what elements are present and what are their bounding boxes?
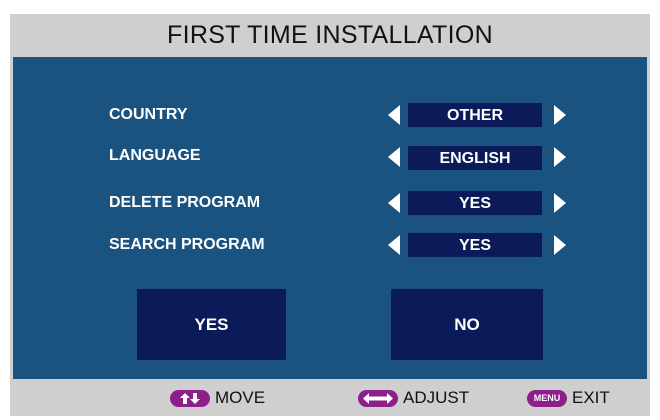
setting-value-language[interactable]: ENGLISH: [408, 146, 542, 170]
left-arrow-icon[interactable]: [387, 147, 400, 167]
setting-label-delete-program: DELETE PROGRAM: [109, 194, 261, 211]
settings-panel: COUNTRY OTHER LANGUAGE ENGLISH DELETE PR…: [13, 57, 647, 379]
left-arrow-icon[interactable]: [387, 193, 400, 213]
setting-value-country[interactable]: OTHER: [408, 103, 542, 127]
no-button[interactable]: NO: [391, 289, 543, 360]
left-arrow-icon[interactable]: [387, 235, 400, 255]
up-down-arrows-icon: [170, 389, 210, 407]
osd-window: FIRST TIME INSTALLATION COUNTRY OTHER LA…: [10, 14, 650, 416]
hint-adjust-label: ADJUST: [403, 388, 470, 407]
menu-key-badge: MENU: [527, 389, 567, 407]
hint-adjust: ADJUST: [358, 387, 469, 409]
left-arrow-icon[interactable]: [387, 105, 400, 125]
hint-exit: MENU EXIT: [527, 387, 610, 409]
right-arrow-icon[interactable]: [554, 193, 567, 213]
hint-move-label: MOVE: [215, 388, 266, 407]
setting-label-search-program: SEARCH PROGRAM: [109, 236, 265, 253]
page-title: FIRST TIME INSTALLATION: [167, 21, 493, 49]
setting-label-country: COUNTRY: [109, 106, 188, 123]
setting-value-delete-program[interactable]: YES: [408, 191, 542, 215]
right-arrow-icon[interactable]: [554, 147, 567, 167]
right-arrow-icon[interactable]: [554, 235, 567, 255]
left-right-arrow-icon: [358, 389, 398, 407]
yes-button[interactable]: YES: [137, 289, 286, 360]
hint-move: MOVE: [170, 387, 265, 409]
setting-label-language: LANGUAGE: [109, 147, 201, 164]
footer-hints: MOVE ADJUST MENU EXIT: [10, 380, 650, 416]
setting-value-search-program[interactable]: YES: [408, 233, 542, 257]
hint-exit-label: EXIT: [572, 388, 610, 407]
right-arrow-icon[interactable]: [554, 105, 567, 125]
